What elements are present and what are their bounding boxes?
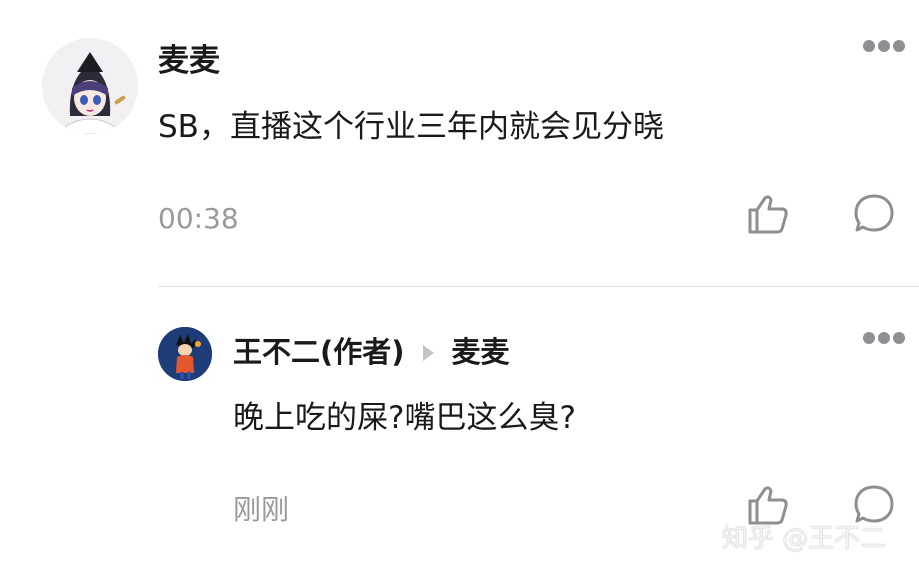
comment-thread: 麦麦 SB，直播这个行业三年内就会见分晓 00:38 王不二(作者) 麦麦 晚上… (0, 0, 919, 578)
watermark: 知乎 @王不二 (722, 524, 887, 554)
divider (158, 286, 919, 287)
reply-username[interactable]: 王不二(作者) (233, 338, 405, 367)
reply-arrow-icon (422, 344, 434, 361)
reply-time: 刚刚 (233, 493, 290, 526)
reply-to-username[interactable]: 麦麦 (452, 338, 510, 367)
more-dots-icon[interactable] (862, 39, 906, 53)
comment-bubble-icon[interactable] (852, 192, 896, 236)
more-dots-icon[interactable] (862, 331, 906, 345)
reply-avatar[interactable] (158, 327, 212, 381)
comment-username[interactable]: 麦麦 (158, 46, 220, 77)
thumbs-up-icon[interactable] (746, 483, 790, 527)
avatar[interactable] (42, 38, 138, 134)
comment-content: SB，直播这个行业三年内就会见分晓 (158, 109, 664, 145)
reply-header: 王不二(作者) 麦麦 (233, 338, 510, 367)
reply-content: 晚上吃的屎?嘴巴这么臭? (233, 400, 576, 436)
comment-time: 00:38 (158, 202, 239, 235)
comment-bubble-icon[interactable] (852, 483, 896, 527)
thumbs-up-icon[interactable] (746, 192, 790, 236)
